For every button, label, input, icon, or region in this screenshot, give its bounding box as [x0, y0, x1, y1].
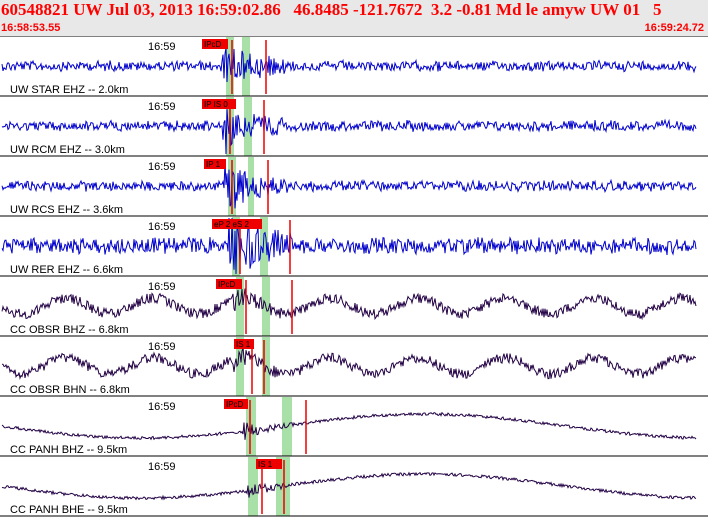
- station-label: UW RER EHZ -- 6.6km: [10, 264, 123, 276]
- waveform-trace: [1, 348, 697, 380]
- pick-label: eP 2 eS 2: [214, 220, 250, 229]
- trace-time-label: 16:59: [148, 281, 176, 293]
- pick-label: IS 1: [258, 460, 273, 469]
- pick-label: IP IS 0: [204, 100, 228, 109]
- start-time: 16:58:53.55: [1, 22, 61, 34]
- trace-time-label: 16:59: [148, 341, 176, 353]
- trace-time-label: 16:59: [148, 161, 176, 173]
- station-label: CC OBSR BHZ -- 6.8km: [10, 324, 129, 336]
- station-label: CC PANH BHZ -- 9.5km: [10, 444, 127, 456]
- trace-time-label: 16:59: [148, 221, 176, 233]
- waveform-trace: [1, 411, 697, 441]
- station-label: CC PANH BHE -- 9.5km: [10, 504, 128, 516]
- header-bar: 60548821 UW Jul 03, 2013 16:59:02.86 46.…: [0, 0, 708, 36]
- waveform-trace: [1, 471, 697, 501]
- station-label: UW RCS EHZ -- 3.6km: [10, 204, 123, 216]
- event-title: 60548821 UW Jul 03, 2013 16:59:02.86 46.…: [1, 0, 662, 19]
- waveform-trace: [1, 288, 697, 321]
- trace-time-label: 16:59: [148, 401, 176, 413]
- station-label: UW RCM EHZ -- 3.0km: [10, 144, 125, 156]
- station-label: UW STAR EHZ -- 2.0km: [10, 84, 128, 96]
- waveform-trace: [1, 161, 697, 209]
- waveform-trace: [1, 47, 697, 83]
- end-time: 16:59:24.72: [644, 22, 704, 34]
- trace-time-label: 16:59: [148, 101, 176, 113]
- pick-label: IP 1: [206, 160, 221, 169]
- station-label: CC OBSR BHN -- 6.8km: [10, 384, 130, 396]
- pick-label: IPcD: [218, 280, 236, 289]
- trace-time-label: 16:59: [148, 461, 176, 473]
- pick-label: IPcD: [226, 400, 244, 409]
- pick-label: IPcD: [204, 40, 222, 49]
- trace-time-label: 16:59: [148, 41, 176, 53]
- seismogram-panel: IPcD 16:59 UW STAR EHZ -- 2.0km IP IS 0 16:5…: [0, 36, 708, 517]
- pick-label: IS 1: [236, 340, 251, 349]
